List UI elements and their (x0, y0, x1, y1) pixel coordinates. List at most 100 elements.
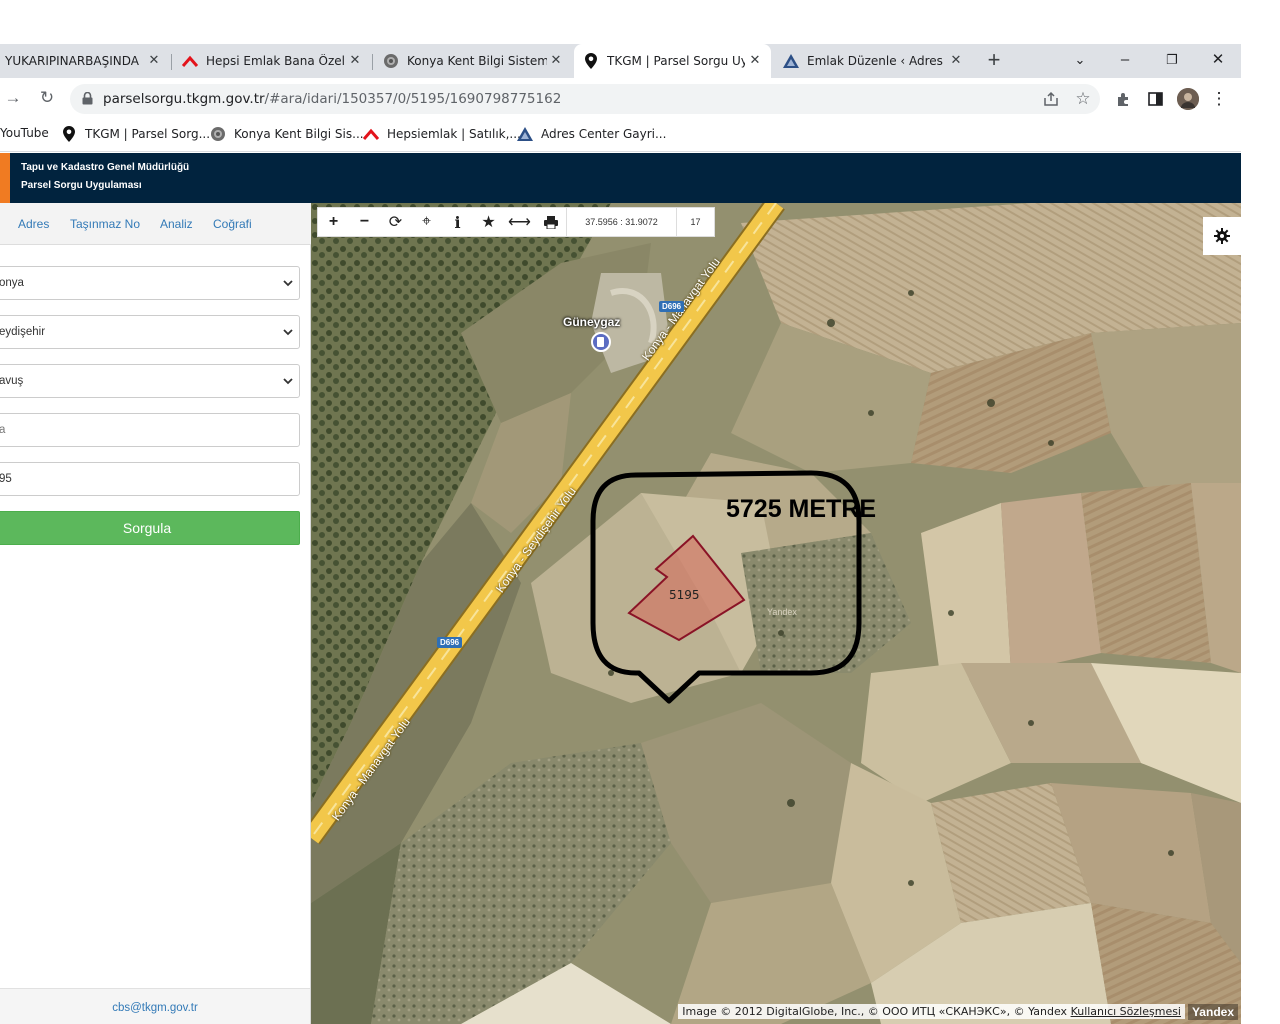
address-bar[interactable]: parselsorgu.tkgm.gov.tr/#ara/idari/15035… (70, 84, 1100, 114)
query-button[interactable]: Sorgula (0, 511, 300, 545)
share-icon[interactable] (1041, 89, 1061, 109)
poi-label[interactable]: Güneygaz (563, 315, 620, 329)
print-button[interactable] (535, 208, 566, 236)
bookmark-label: Adres Center Gayri... (541, 127, 667, 141)
browser-tab-active[interactable]: TKGM | Parsel Sorgu Uygu ✕ (574, 44, 771, 78)
close-window-button[interactable]: ✕ (1206, 49, 1230, 71)
yandex-watermark: Yandex (767, 607, 797, 617)
browser-tab-3[interactable]: Konya Kent Bilgi Sistemi ✕ (374, 44, 572, 78)
parcel-input[interactable]: 95 (0, 462, 300, 496)
refresh-icon: ⟳ (388, 214, 403, 231)
tab-cografi[interactable]: Coğrafi (213, 217, 252, 231)
close-icon[interactable]: ✕ (347, 53, 363, 69)
close-icon[interactable]: ✕ (146, 53, 162, 69)
tab-tasinmaz-no[interactable]: Taşınmaz No (70, 217, 140, 231)
favorite-button[interactable]: ★ (473, 208, 504, 236)
url-text: parselsorgu.tkgm.gov.tr/#ara/idari/15035… (103, 91, 562, 107)
tab-analiz[interactable]: Analiz (160, 217, 193, 231)
info-icon: i (454, 212, 461, 232)
terms-link[interactable]: Kullanıcı Sözleşmesi (1071, 1005, 1181, 1018)
map-attribution: Image © 2012 DigitalGlobe, Inc., © ООО И… (678, 1004, 1185, 1019)
browser-tab-1[interactable]: YUKARIPINARBAŞINDA KO ✕ (0, 44, 170, 78)
tab-title: Emlak Düzenle ‹ Adres Ce (807, 54, 947, 68)
district-value: eydişehir (0, 326, 46, 338)
info-button[interactable]: i (442, 208, 473, 236)
hepsiemlak-icon (363, 126, 379, 142)
yandex-logo[interactable]: Yandex (1187, 1004, 1238, 1020)
adres-center-icon (517, 126, 533, 142)
bookmarks-bar: YouTube TKGM | Parsel Sorg... Konya Kent… (0, 118, 1241, 152)
location-pin-icon (61, 126, 77, 142)
road-shield: D696 (659, 301, 685, 312)
close-icon[interactable]: ✕ (548, 53, 564, 69)
screen: YUKARIPINARBAŞINDA KO ✕ Hepsi Emlak Bana… (0, 0, 1280, 1024)
profile-avatar[interactable] (1177, 88, 1199, 110)
adres-center-icon (783, 53, 799, 69)
bookmark-hepsiemlak[interactable]: Hepsiemlak | Satılık,... (363, 126, 521, 142)
side-panel-icon[interactable] (1145, 89, 1165, 109)
lock-icon (82, 91, 93, 110)
locate-button[interactable]: ⌖ (411, 208, 442, 236)
bookmark-adres-center[interactable]: Adres Center Gayri... (517, 126, 666, 142)
tab-adres[interactable]: Adres (18, 217, 49, 231)
menu-icon[interactable]: ⋮ (1209, 89, 1229, 109)
gear-icon (1214, 228, 1230, 244)
neighborhood-select[interactable]: avuş (0, 364, 300, 398)
coordinate-readout: 37.5956 : 31.9072 (566, 208, 676, 236)
bookmark-label: YouTube (0, 126, 49, 140)
print-icon (543, 215, 558, 229)
browser-tab-2[interactable]: Hepsi Emlak Bana Özel ✕ (173, 44, 371, 78)
bookmark-star-icon[interactable]: ☆ (1073, 89, 1093, 109)
konya-icon (383, 53, 399, 69)
bookmark-label: TKGM | Parsel Sorg... (85, 127, 211, 141)
tab-title: TKGM | Parsel Sorgu Uygu (607, 54, 745, 68)
konya-icon (210, 126, 226, 142)
location-pin-icon (583, 53, 599, 69)
refresh-button[interactable]: ⟳ (380, 208, 411, 236)
forward-button[interactable]: → (2, 87, 24, 109)
measure-button[interactable]: ⟷ (504, 208, 535, 236)
plus-icon: + (328, 213, 339, 230)
contact-email-link[interactable]: cbs@tkgm.gov.tr (112, 1002, 198, 1014)
measure-icon: ⟷ (508, 214, 531, 231)
block-value: a (0, 424, 6, 436)
parcel-label[interactable]: 5195 (669, 588, 700, 602)
search-panel: Adres Taşınmaz No Analiz Coğrafi onya ey… (0, 203, 311, 1024)
bookmark-konya[interactable]: Konya Kent Bilgi Sis... (210, 126, 364, 142)
extensions-icon[interactable] (1113, 89, 1133, 109)
map-view[interactable]: Güneygaz Konya - Manavgat Yolu Konya - S… (311, 203, 1241, 1024)
neighborhood-value: avuş (0, 375, 24, 387)
chevron-down-icon (283, 280, 293, 287)
district-select[interactable]: eydişehir (0, 315, 300, 349)
hepsiemlak-icon (182, 53, 198, 69)
close-icon[interactable]: ✕ (948, 53, 964, 69)
tab-title: Hepsi Emlak Bana Özel (206, 54, 345, 68)
tab-title: YUKARIPINARBAŞINDA KO (5, 54, 140, 68)
new-tab-button[interactable]: + (983, 49, 1005, 71)
close-icon[interactable]: ✕ (747, 53, 763, 69)
app-title-line2: Parsel Sorgu Uygulaması (21, 180, 142, 191)
map-settings-button[interactable] (1203, 217, 1241, 255)
browser-tab-5[interactable]: Emlak Düzenle ‹ Adres Ce ✕ (774, 44, 972, 78)
zoom-out-button[interactable]: − (349, 208, 380, 236)
tab-search-button[interactable]: ⌄ (1068, 49, 1092, 71)
app-title-line1: Tapu ve Kadastro Genel Müdürlüğü (21, 162, 190, 173)
app-header: Tapu ve Kadastro Genel Müdürlüğü Parsel … (0, 153, 1241, 203)
minus-icon: − (359, 213, 370, 230)
restore-button[interactable]: ❐ (1160, 49, 1184, 71)
province-select[interactable]: onya (0, 266, 300, 300)
bookmark-label: Konya Kent Bilgi Sis... (234, 127, 364, 141)
minimize-button[interactable]: – (1113, 49, 1137, 71)
panel-footer: cbs@tkgm.gov.tr (0, 988, 310, 1024)
zoom-in-button[interactable]: + (318, 208, 349, 236)
bookmark-youtube[interactable]: YouTube (0, 126, 49, 140)
header-accent (0, 153, 10, 203)
reload-button[interactable]: ↻ (36, 87, 58, 109)
block-input[interactable]: a (0, 413, 300, 447)
chevron-down-icon (283, 329, 293, 336)
map-toolbar: + − ⟳ ⌖ i ★ ⟷ 37.5956 : 31.9072 17 (317, 207, 715, 237)
chevron-down-icon (283, 378, 293, 385)
tab-strip: YUKARIPINARBAŞINDA KO ✕ Hepsi Emlak Bana… (0, 44, 1241, 78)
bookmark-tkgm[interactable]: TKGM | Parsel Sorg... (61, 126, 210, 142)
star-icon: ★ (481, 214, 496, 231)
